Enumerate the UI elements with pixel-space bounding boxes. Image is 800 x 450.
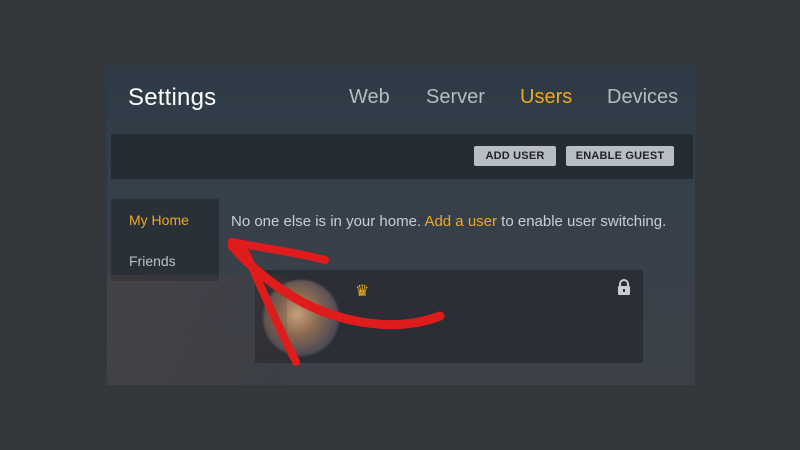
enable-guest-button[interactable]: ENABLE GUEST bbox=[566, 146, 674, 166]
user-card[interactable]: ♛ bbox=[255, 270, 643, 363]
users-toolbar: ADD USER ENABLE GUEST bbox=[111, 134, 693, 179]
message-text-before: No one else is in your home. bbox=[231, 213, 422, 230]
lock-icon bbox=[618, 279, 630, 295]
empty-home-message: No one else is in your home. Add a user … bbox=[231, 213, 666, 230]
add-user-button[interactable]: ADD USER bbox=[474, 146, 556, 166]
tab-server[interactable]: Server bbox=[426, 86, 485, 109]
sidebar-item-friends[interactable]: Friends bbox=[129, 253, 176, 269]
tab-devices[interactable]: Devices bbox=[607, 86, 678, 109]
settings-panel: Settings Web Server Users Devices ADD US… bbox=[107, 65, 695, 385]
add-user-link[interactable]: Add a user bbox=[424, 213, 497, 230]
page-title: Settings bbox=[128, 84, 217, 111]
tab-web[interactable]: Web bbox=[349, 86, 390, 109]
sidebar-item-my-home[interactable]: My Home bbox=[129, 212, 189, 228]
avatar bbox=[263, 280, 339, 356]
tab-users[interactable]: Users bbox=[520, 86, 572, 109]
users-sidebar: My Home Friends bbox=[111, 199, 219, 281]
message-text-after: to enable user switching. bbox=[501, 213, 667, 230]
crown-icon: ♛ bbox=[355, 283, 370, 300]
